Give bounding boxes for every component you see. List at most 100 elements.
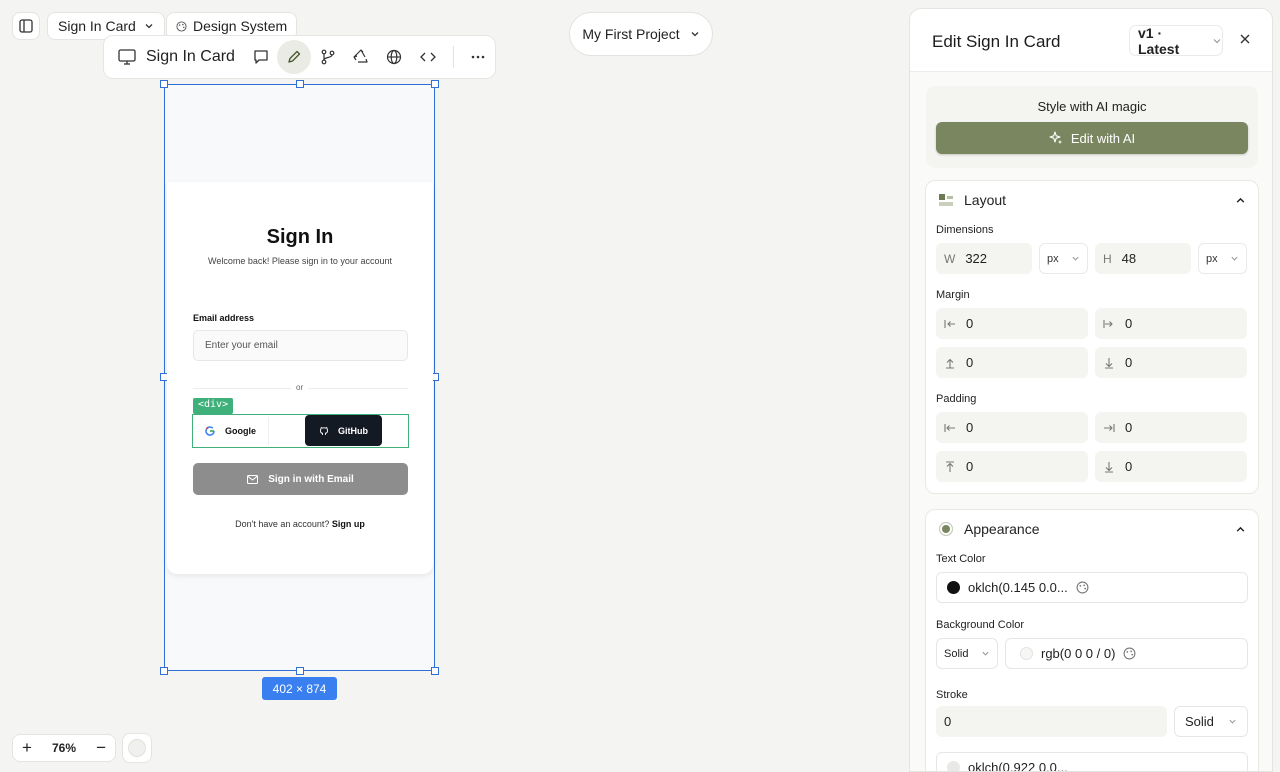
margin-bottom-icon xyxy=(1103,357,1115,369)
selected-frame[interactable]: Sign In Welcome back! Please sign in to … xyxy=(160,80,439,675)
stroke-style-select[interactable]: Solid xyxy=(1174,706,1248,737)
stroke-style: Solid xyxy=(1185,714,1214,729)
project-name: My First Project xyxy=(582,26,680,42)
design-system-label: Design System xyxy=(193,18,288,34)
margin-left-field[interactable]: 0 xyxy=(936,308,1088,339)
layout-heading: Layout xyxy=(964,192,1007,208)
width-prefix: W xyxy=(944,251,956,266)
globe-icon xyxy=(386,49,402,65)
zoom-control: + 76% − xyxy=(12,734,116,762)
stroke-color-swatch xyxy=(947,761,960,771)
height-value: 48 xyxy=(1121,251,1137,266)
edit-button[interactable] xyxy=(277,40,311,74)
appearance-icon xyxy=(938,521,954,537)
palette-icon[interactable] xyxy=(1123,647,1136,660)
signup-link[interactable]: Sign up xyxy=(332,519,365,529)
height-unit-select[interactable]: px xyxy=(1198,243,1247,274)
google-label: Google xyxy=(225,426,256,436)
stroke-width-field[interactable]: 0 xyxy=(936,706,1167,737)
background-mode-select[interactable]: Solid xyxy=(936,638,998,669)
card-title: Sign In xyxy=(266,226,334,248)
appearance-header[interactable]: Appearance xyxy=(938,520,1246,538)
recycle-button[interactable] xyxy=(344,40,377,74)
chevron-down-icon xyxy=(981,649,990,658)
email-input[interactable]: Enter your email xyxy=(193,330,408,361)
resize-handle[interactable] xyxy=(431,667,439,675)
sign-in-email-button[interactable]: Sign in with Email xyxy=(193,463,408,495)
margin-left-value: 0 xyxy=(966,316,974,331)
github-button[interactable]: GitHub xyxy=(305,415,382,446)
width-unit: px xyxy=(1047,252,1059,265)
ai-prompt-text: Style with AI magic xyxy=(1037,99,1147,114)
padding-bottom-icon xyxy=(1103,461,1115,473)
stroke-color-field[interactable]: oklch(0.922 0.0... xyxy=(936,752,1248,771)
resize-handle[interactable] xyxy=(431,80,439,88)
code-button[interactable] xyxy=(411,40,444,74)
padding-left-field[interactable]: 0 xyxy=(936,412,1088,443)
sidebar-toggle-button[interactable] xyxy=(12,12,40,40)
card-subtitle: Welcome back! Please sign in to your acc… xyxy=(208,256,392,266)
margin-top-field[interactable]: 0 xyxy=(936,347,1088,378)
width-field[interactable]: W 322 xyxy=(936,243,1032,274)
project-select[interactable]: My First Project xyxy=(569,12,713,56)
resize-handle[interactable] xyxy=(296,80,304,88)
margin-bottom-value: 0 xyxy=(1125,355,1133,370)
branch-button[interactable] xyxy=(311,40,344,74)
padding-right-value: 0 xyxy=(1125,420,1133,435)
edit-with-ai-label: Edit with AI xyxy=(1070,130,1136,146)
margin-left-icon xyxy=(944,319,956,329)
stroke-width-value: 0 xyxy=(944,714,952,729)
text-color-label: Text Color xyxy=(936,553,986,565)
text-color-field[interactable]: oklch(0.145 0.0... xyxy=(936,572,1248,603)
globe-button[interactable] xyxy=(378,40,411,74)
resize-handle[interactable] xyxy=(296,667,304,675)
layout-header[interactable]: Layout xyxy=(938,191,1246,209)
zoom-out-button[interactable]: − xyxy=(96,738,106,758)
panel-title: Edit Sign In Card xyxy=(932,32,1061,51)
dimensions-label: Dimensions xyxy=(936,224,994,236)
social-buttons-row[interactable]: Google GitHub xyxy=(192,414,409,448)
toolbar-title-label: Sign In Card xyxy=(146,48,235,65)
palette-icon xyxy=(176,20,187,32)
close-button[interactable] xyxy=(1239,33,1251,45)
chevron-down-icon xyxy=(1230,254,1239,263)
height-field[interactable]: H 48 xyxy=(1095,243,1191,274)
recycle-icon xyxy=(353,49,369,65)
comment-button[interactable] xyxy=(244,40,277,74)
github-icon xyxy=(319,426,329,436)
chevron-up-icon xyxy=(1235,524,1246,535)
appearance-heading: Appearance xyxy=(964,521,1040,537)
height-prefix: H xyxy=(1103,251,1112,266)
palette-icon[interactable] xyxy=(1076,581,1089,594)
margin-right-field[interactable]: 0 xyxy=(1095,308,1247,339)
theme-toggle-button[interactable] xyxy=(122,733,152,763)
toolbar-title: Sign In Card xyxy=(104,48,244,66)
more-options-button[interactable] xyxy=(462,40,495,74)
zoom-in-button[interactable]: + xyxy=(22,738,32,758)
edit-with-ai-button[interactable]: Edit with AI xyxy=(936,122,1248,154)
padding-bottom-field[interactable]: 0 xyxy=(1095,451,1247,482)
chevron-down-icon xyxy=(1071,254,1080,263)
version-label: v1 · Latest xyxy=(1138,24,1180,57)
resize-handle[interactable] xyxy=(160,80,168,88)
google-icon xyxy=(205,426,215,436)
padding-right-field[interactable]: 0 xyxy=(1095,412,1247,443)
layout-icon xyxy=(938,193,954,207)
sign-in-card: Sign In Welcome back! Please sign in to … xyxy=(167,182,433,574)
width-value: 322 xyxy=(965,251,988,266)
background-color-field[interactable]: rgb(0 0 0 / 0) xyxy=(1005,638,1248,669)
width-unit-select[interactable]: px xyxy=(1039,243,1088,274)
margin-right-icon xyxy=(1103,319,1115,329)
branch-icon xyxy=(320,49,336,65)
padding-bottom-value: 0 xyxy=(1125,459,1133,474)
version-select[interactable]: v1 · Latest xyxy=(1129,24,1223,57)
background-color-value: rgb(0 0 0 / 0) xyxy=(1041,646,1116,661)
padding-top-field[interactable]: 0 xyxy=(936,451,1088,482)
margin-bottom-field[interactable]: 0 xyxy=(1095,347,1247,378)
margin-top-value: 0 xyxy=(966,355,974,370)
resize-handle[interactable] xyxy=(160,667,168,675)
desktop-icon xyxy=(118,49,136,65)
chevron-down-icon xyxy=(1212,36,1222,46)
signup-prompt: Don't have an account? Sign up xyxy=(167,519,433,529)
google-button[interactable]: Google xyxy=(196,417,269,445)
